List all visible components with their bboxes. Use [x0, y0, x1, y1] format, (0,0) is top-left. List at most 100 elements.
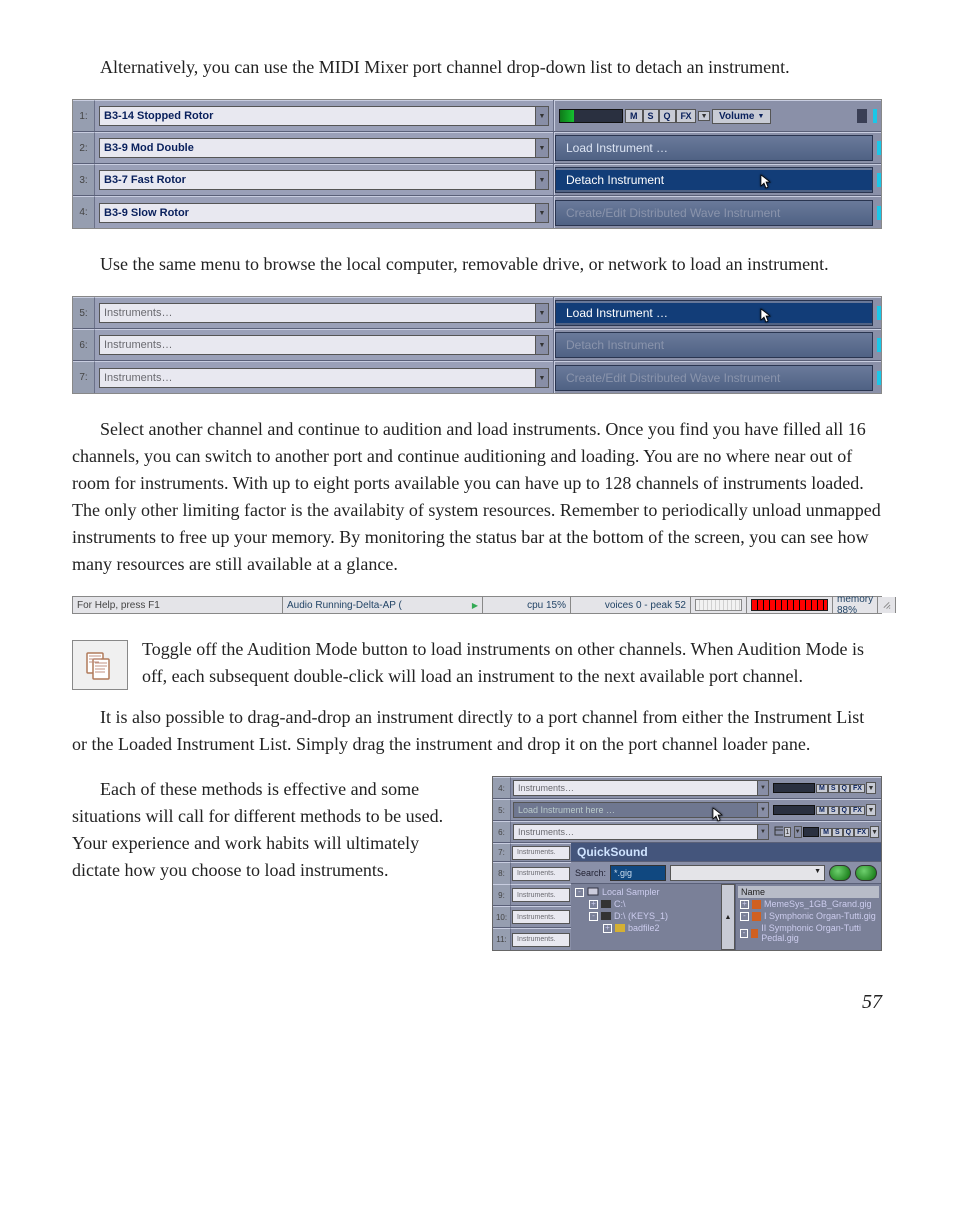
channel-dropdown[interactable] [757, 802, 769, 818]
instrument-name-field[interactable]: B3-7 Fast Rotor [99, 170, 536, 190]
channel-dropdown[interactable] [757, 780, 769, 796]
menu-create-edit-dwi[interactable]: Create/Edit Distributed Wave Instrument [556, 368, 872, 388]
channel-number: 4: [493, 777, 511, 798]
channel-dropdown[interactable] [535, 106, 549, 126]
channel-dropdown[interactable] [535, 170, 549, 190]
number-badge: 1 [784, 827, 790, 837]
solo-button[interactable]: S [643, 109, 659, 123]
instrument-name-field[interactable]: Instruments. [512, 867, 570, 881]
small-dropdown[interactable] [866, 782, 876, 794]
instrument-name-field[interactable]: Instruments… [99, 303, 536, 323]
expand-icon[interactable]: + [740, 900, 749, 909]
expand-icon[interactable]: + [603, 924, 612, 933]
context-menu: Create/Edit Distributed Wave Instrument [555, 365, 873, 391]
resize-grip-icon[interactable] [878, 597, 896, 613]
channel-number: 10: [493, 906, 511, 927]
channel-dropdown[interactable] [535, 303, 549, 323]
scroll-up-button[interactable] [721, 884, 735, 950]
menu-detach-instrument[interactable]: Detach Instrument [556, 335, 872, 355]
channel-number: 5: [73, 297, 95, 328]
q-button[interactable]: Q [839, 784, 850, 793]
file-list[interactable]: Name +MemeSys_1GB_Grand.gig -I Symphonic… [735, 884, 881, 950]
fx-button[interactable]: FX [850, 784, 865, 793]
channel-number: 3: [73, 164, 95, 195]
channel-number: 8: [493, 862, 511, 884]
audition-mode-icon [72, 640, 128, 690]
drive-icon [601, 900, 611, 908]
instrument-name-field[interactable]: Instruments. [512, 933, 570, 947]
midi-mixer-panel-2: 5: Instruments… Load Instrument … 6: Ins… [72, 296, 882, 394]
quicksound-title: QuickSound [571, 843, 881, 861]
instrument-name-field[interactable]: Instruments… [99, 335, 536, 355]
folder-tree[interactable]: -Local Sampler +C:\ -D:\ (KEYS_1) +badfi… [571, 884, 721, 950]
instrument-name-field[interactable]: Instruments… [513, 780, 758, 796]
channel-number: 11: [493, 928, 511, 950]
menu-create-edit-dwi[interactable]: Create/Edit Distributed Wave Instrument [556, 203, 872, 223]
channel-number: 7: [493, 843, 511, 861]
collapse-icon[interactable]: - [740, 929, 748, 938]
fx-button[interactable]: FX [676, 109, 697, 123]
collapse-icon[interactable]: - [575, 888, 584, 897]
level-meter [559, 109, 623, 123]
peak-indicator [877, 206, 881, 220]
channel-dropdown[interactable] [535, 203, 549, 223]
instrument-name-field[interactable]: Instruments… [99, 368, 536, 388]
q-button[interactable]: Q [659, 109, 676, 123]
level-meter [773, 805, 815, 815]
nav-right-button[interactable] [855, 865, 877, 881]
quicksound-panel: 4: Instruments… MSQFX 5: Load Instrument… [492, 776, 882, 951]
small-dropdown[interactable] [794, 826, 802, 838]
page-number: 57 [72, 991, 882, 1014]
memory-status: memory 88% [833, 597, 878, 613]
small-dropdown[interactable] [698, 111, 710, 121]
context-menu: Load Instrument … [555, 300, 873, 326]
audio-status: Audio Running-Delta-AP ( [283, 597, 483, 613]
instrument-name-field[interactable]: B3-9 Mod Double [99, 138, 536, 158]
menu-load-instrument[interactable]: Load Instrument … [556, 138, 872, 158]
channel-dropdown[interactable] [535, 368, 549, 388]
channel-number: 9: [493, 884, 511, 905]
volume-button[interactable]: Volume [712, 109, 771, 124]
gig-file-icon [752, 900, 761, 909]
peak-indicator [877, 306, 881, 320]
instrument-name-field[interactable]: B3-14 Stopped Rotor [99, 106, 536, 126]
search-dropdown[interactable] [670, 865, 825, 881]
mute-button[interactable]: M [625, 109, 643, 123]
channel-dropdown[interactable] [757, 824, 769, 840]
small-dropdown[interactable] [870, 826, 879, 838]
paragraph-3: Select another channel and continue to a… [72, 416, 882, 578]
collapse-icon[interactable]: - [740, 912, 749, 921]
context-menu: Create/Edit Distributed Wave Instrument [555, 200, 873, 226]
channel-number: 6: [493, 821, 511, 842]
instrument-name-field[interactable]: B3-9 Slow Rotor [99, 203, 536, 223]
instrument-name-field[interactable]: Instruments. [512, 846, 570, 860]
channel-number: 7: [73, 361, 95, 393]
computer-icon [587, 887, 599, 897]
channel-dropdown[interactable] [535, 335, 549, 355]
vu-meter [747, 597, 833, 613]
column-header-name[interactable]: Name [738, 886, 879, 898]
instrument-name-field[interactable]: Instruments. [512, 888, 570, 902]
instrument-name-field[interactable]: Load Instrument here … [513, 802, 758, 818]
instrument-name-field[interactable]: Instruments. [512, 910, 570, 924]
channel-number: 5: [493, 799, 511, 820]
nav-left-button[interactable] [829, 865, 851, 881]
peak-indicator [877, 173, 881, 187]
expand-icon[interactable]: + [589, 900, 598, 909]
context-menu: Load Instrument … [555, 135, 873, 161]
collapse-icon[interactable]: - [589, 912, 598, 921]
channel-number: 1: [73, 100, 95, 131]
solo-button[interactable]: S [828, 784, 839, 793]
menu-load-instrument[interactable]: Load Instrument … [556, 303, 872, 323]
menu-detach-instrument[interactable]: Detach Instrument [556, 170, 872, 190]
cpu-status: cpu 15% [483, 597, 571, 613]
small-dropdown[interactable] [866, 804, 876, 816]
instrument-name-field[interactable]: Instruments… [513, 824, 758, 840]
paragraph-4: Toggle off the Audition Mode button to l… [142, 636, 882, 690]
channel-buttons[interactable]: M S Q FX [625, 109, 696, 123]
mute-button[interactable]: M [816, 784, 828, 793]
channel-number: 2: [73, 132, 95, 163]
channel-dropdown[interactable] [535, 138, 549, 158]
help-hint: For Help, press F1 [73, 597, 283, 613]
search-input[interactable] [610, 865, 666, 881]
